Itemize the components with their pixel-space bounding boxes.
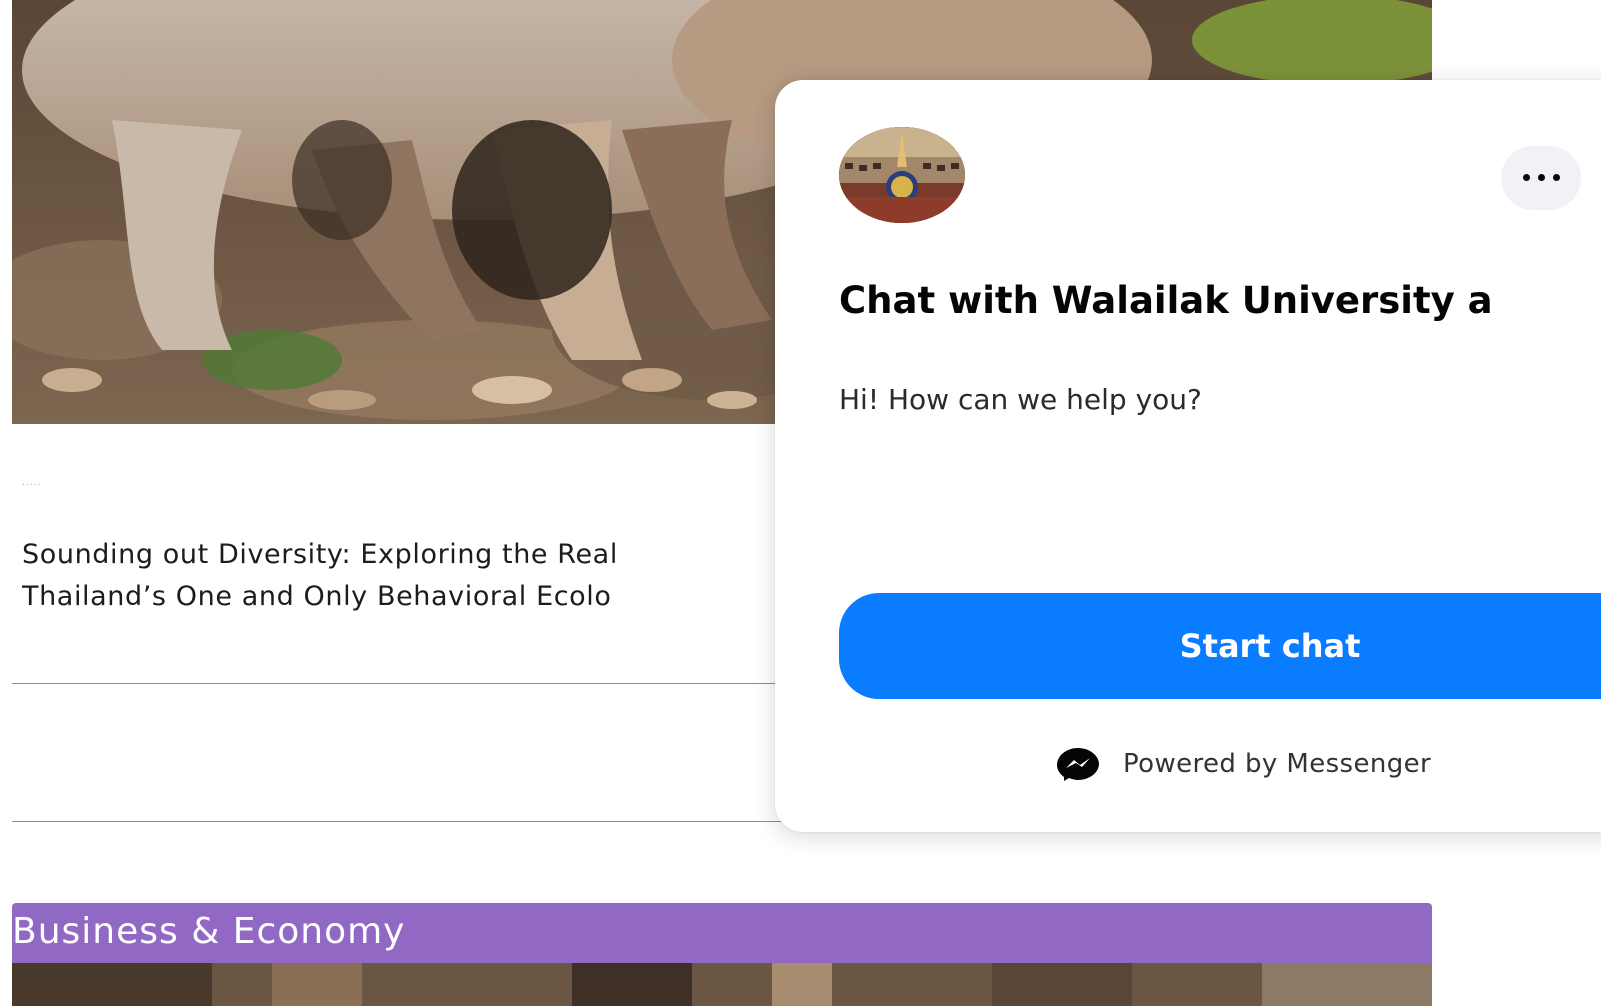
chat-heading: Chat with Walailak University a: [839, 279, 1493, 322]
start-chat-label: Start chat: [1179, 627, 1361, 665]
messenger-icon: [1055, 746, 1101, 782]
messenger-chat-panel: Chat with Walailak University a Hi! How …: [775, 80, 1601, 832]
article-title-link[interactable]: Sounding out Diversity: Exploring the Re…: [22, 534, 782, 618]
article-title-line-1: Sounding out Diversity: Exploring the Re…: [22, 539, 618, 570]
article-title-line-2: Thailand’s One and Only Behavioral Ecolo: [22, 581, 612, 612]
more-horizontal-icon: [1523, 174, 1563, 182]
page-avatar: [839, 127, 965, 223]
article-meta: .....: [22, 478, 42, 488]
category-title: Business & Economy: [12, 911, 406, 952]
powered-by-text: Powered by Messenger: [1123, 749, 1432, 779]
category-header: Business & Economy: [12, 903, 1432, 963]
chat-greeting: Hi! How can we help you?: [839, 383, 1202, 416]
start-chat-button[interactable]: Start chat: [839, 593, 1601, 699]
page: ..... Sounding out Diversity: Exploring …: [0, 0, 1601, 1006]
category-article-image[interactable]: [12, 963, 1432, 1006]
more-options-button[interactable]: [1501, 146, 1581, 210]
